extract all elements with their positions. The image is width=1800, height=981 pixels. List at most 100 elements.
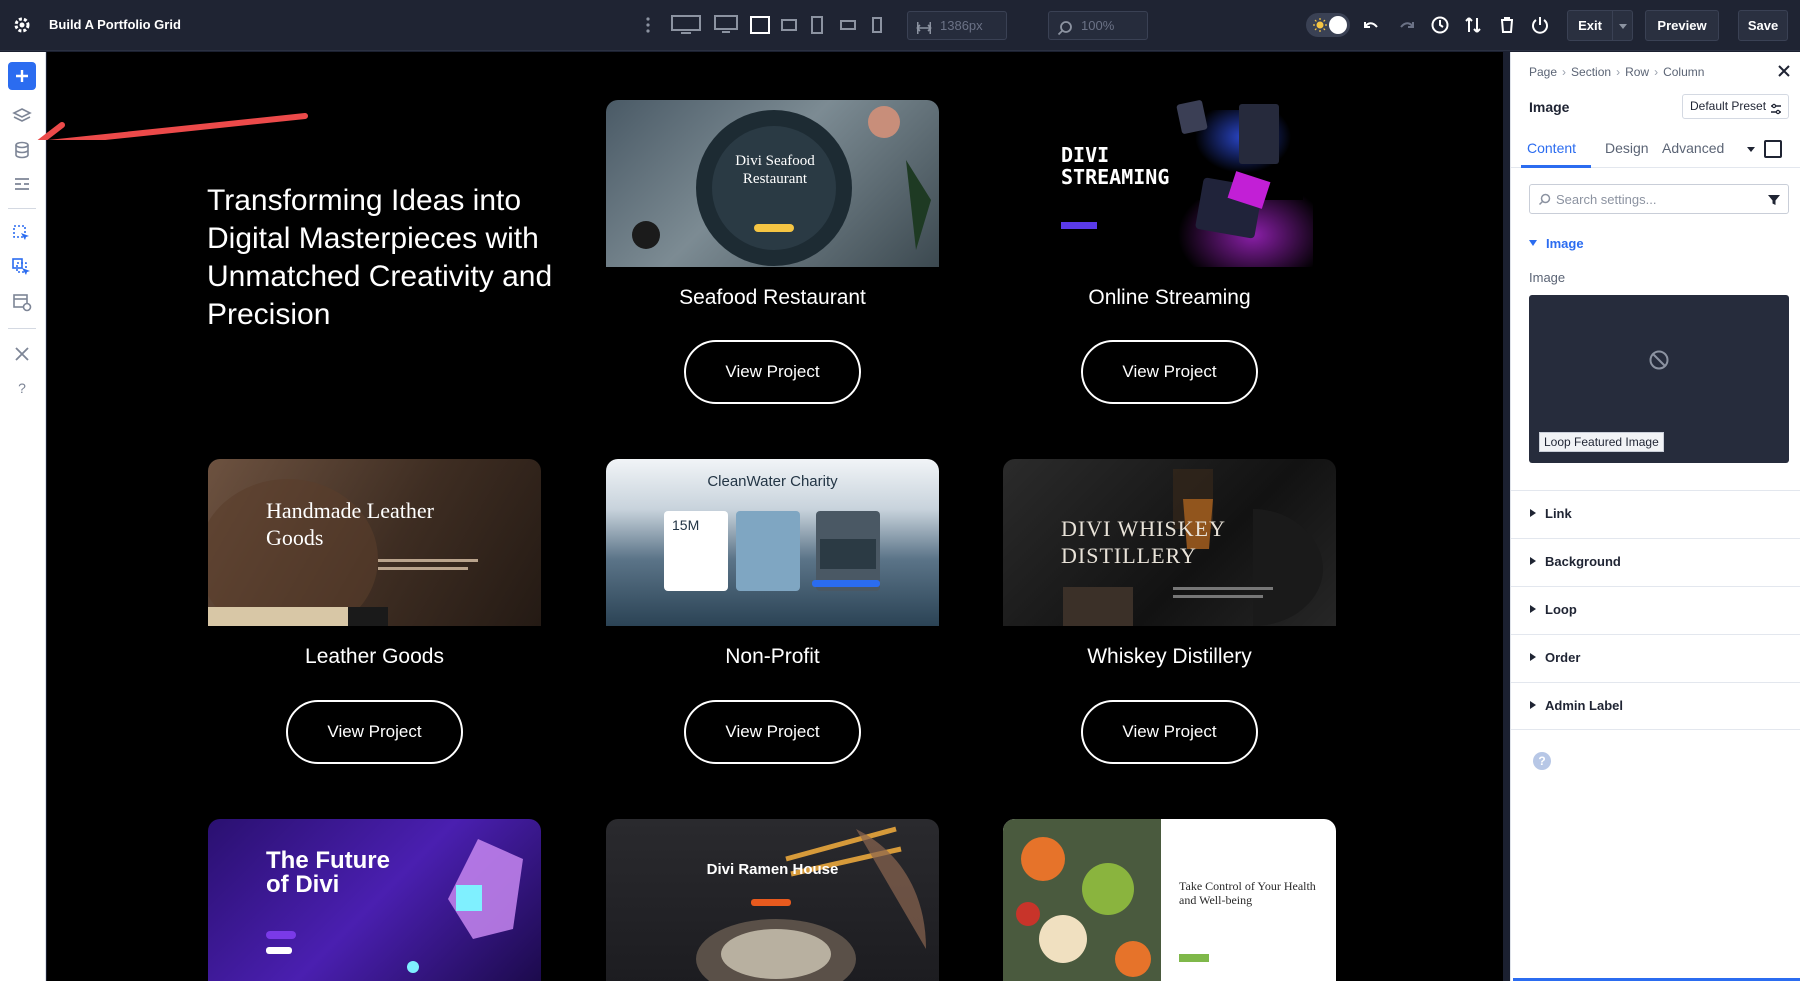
toggle-knob (1329, 16, 1347, 34)
preset-select[interactable]: Default Preset (1682, 94, 1789, 119)
image-field-label: Image (1529, 270, 1566, 285)
preset-settings-icon (1770, 100, 1782, 115)
card-image-whiskey[interactable]: DIVI WHISKEY DISTILLERY (1003, 459, 1336, 626)
section-label: Admin Label (1545, 698, 1624, 713)
breadcrumb-chevron-icon: › (1562, 65, 1567, 79)
power-icon[interactable] (1530, 15, 1550, 35)
sort-arrows-icon[interactable] (1463, 15, 1483, 35)
module-name: Image (1529, 99, 1570, 115)
card-image-future[interactable]: The Future of Divi (208, 819, 541, 981)
preset-label: Default Preset (1690, 99, 1767, 113)
desktop-wide-view-icon[interactable] (670, 14, 702, 36)
expand-panel-icon[interactable] (1764, 140, 1782, 158)
preview-button[interactable]: Preview (1645, 10, 1719, 41)
seafood-image-cta (754, 224, 794, 232)
image-group-label: Image (1546, 236, 1584, 251)
card-image-ramen[interactable]: Divi Ramen House (606, 819, 939, 981)
view-project-button[interactable]: View Project (1081, 700, 1258, 764)
future-image-text: The Future of Divi (266, 847, 390, 898)
section-order[interactable]: Order (1511, 634, 1800, 682)
canvas-width-field[interactable]: 1386px (907, 11, 1007, 40)
image-upload-box[interactable]: Loop Featured Image (1529, 295, 1789, 463)
page-settings-icon[interactable] (12, 174, 32, 194)
layers-icon[interactable] (12, 106, 32, 126)
section-loop[interactable]: Loop (1511, 586, 1800, 634)
rail-divider (8, 328, 36, 329)
select-element-icon[interactable] (12, 224, 32, 244)
tabs-caret-down-icon[interactable] (1747, 147, 1755, 152)
card-title-streaming: Online Streaming (1088, 286, 1251, 309)
settings-search[interactable] (1529, 184, 1789, 214)
leather-image-text: Handmade Leather Goods (266, 498, 434, 550)
image-group-toggle[interactable]: Image (1529, 236, 1584, 251)
nonprofit-image-stat: 15M (672, 517, 700, 533)
database-icon[interactable] (12, 140, 32, 160)
save-button[interactable]: Save (1738, 10, 1788, 41)
builder-canvas[interactable]: Transforming Ideas into Digital Masterpi… (47, 52, 1503, 981)
tab-design[interactable]: Design (1605, 140, 1649, 156)
trash-icon[interactable] (1497, 15, 1517, 35)
caret-right-icon (1530, 701, 1536, 709)
multi-select-icon[interactable] (12, 258, 32, 278)
tablet-landscape-view-icon[interactable] (780, 14, 798, 36)
tab-content[interactable]: Content (1527, 140, 1576, 156)
history-clock-icon[interactable] (1430, 15, 1450, 35)
search-icon (1538, 193, 1551, 206)
theme-toggle[interactable] (1306, 13, 1350, 37)
filter-icon[interactable] (1768, 193, 1780, 205)
redo-icon[interactable] (1396, 15, 1416, 35)
caret-down-icon (1529, 240, 1537, 246)
tools-icon[interactable] (12, 344, 32, 364)
close-icon[interactable] (1777, 64, 1791, 78)
add-module-button[interactable] (8, 62, 36, 90)
card-image-wellbeing[interactable]: Take Control of Your Health and Well-bei… (1003, 819, 1336, 981)
exit-button[interactable]: Exit (1567, 10, 1613, 41)
card-title-seafood: Seafood Restaurant (679, 286, 866, 309)
seafood-image-text: Divi Seafood Restaurant (735, 153, 815, 187)
help-icon[interactable]: ? (12, 378, 32, 398)
breadcrumb-chevron-icon: › (1654, 65, 1659, 79)
card-image-nonprofit[interactable]: CleanWater Charity 15M (606, 459, 939, 626)
view-project-button[interactable]: View Project (1081, 340, 1258, 404)
laptop-view-icon[interactable] (749, 14, 771, 36)
canvas-width-value: 1386px (940, 18, 983, 33)
undo-icon[interactable] (1362, 15, 1382, 35)
section-label: Background (1545, 554, 1621, 569)
desktop-view-icon[interactable] (713, 14, 739, 36)
settings-panel: Page › Section › Row › Column Image Default Pr… (1510, 52, 1800, 981)
more-options-icon[interactable] (644, 15, 652, 35)
top-toolbar: Build A Portfolio Grid 1386px 100% Exit … (0, 0, 1800, 51)
section-admin-label[interactable]: Admin Label (1511, 682, 1800, 730)
breadcrumb-row[interactable]: Row (1625, 65, 1649, 79)
breadcrumb: Page › Section › Row › Column (1529, 65, 1704, 79)
tablet-view-icon[interactable] (810, 14, 824, 36)
section-link[interactable]: Link (1511, 490, 1800, 538)
wellbeing-image-text: Take Control of Your Health and Well-bei… (1179, 879, 1316, 907)
card-image-leather[interactable]: Handmade Leather Goods (208, 459, 541, 626)
breadcrumb-column[interactable]: Column (1663, 65, 1704, 79)
zoom-field[interactable]: 100% (1048, 11, 1148, 40)
breadcrumb-section[interactable]: Section (1571, 65, 1611, 79)
view-project-button[interactable]: View Project (684, 700, 861, 764)
section-label: Link (1545, 506, 1572, 521)
width-arrows-icon (916, 18, 932, 34)
phone-view-icon[interactable] (871, 14, 883, 36)
breadcrumb-page[interactable]: Page (1529, 65, 1557, 79)
template-library-icon[interactable] (12, 292, 32, 312)
phone-landscape-view-icon[interactable] (839, 14, 857, 36)
sun-icon (1313, 18, 1327, 32)
dynamic-content-tag[interactable]: Loop Featured Image (1539, 432, 1664, 452)
help-question-icon[interactable]: ? (1533, 752, 1551, 770)
section-background[interactable]: Background (1511, 538, 1800, 586)
settings-gear-icon[interactable] (12, 15, 32, 35)
section-label: Loop (1545, 602, 1577, 617)
card-image-streaming[interactable]: DIVI STREAMING (1003, 100, 1336, 267)
search-input[interactable] (1556, 190, 1756, 208)
view-project-button[interactable]: View Project (286, 700, 463, 764)
view-project-button[interactable]: View Project (684, 340, 861, 404)
tab-advanced[interactable]: Advanced (1662, 140, 1724, 156)
hero-heading[interactable]: Transforming Ideas into Digital Masterpi… (207, 182, 567, 334)
exit-dropdown-caret-icon[interactable] (1613, 10, 1633, 41)
card-image-seafood[interactable]: Divi Seafood Restaurant (606, 100, 939, 267)
card-title-leather: Leather Goods (305, 645, 444, 668)
